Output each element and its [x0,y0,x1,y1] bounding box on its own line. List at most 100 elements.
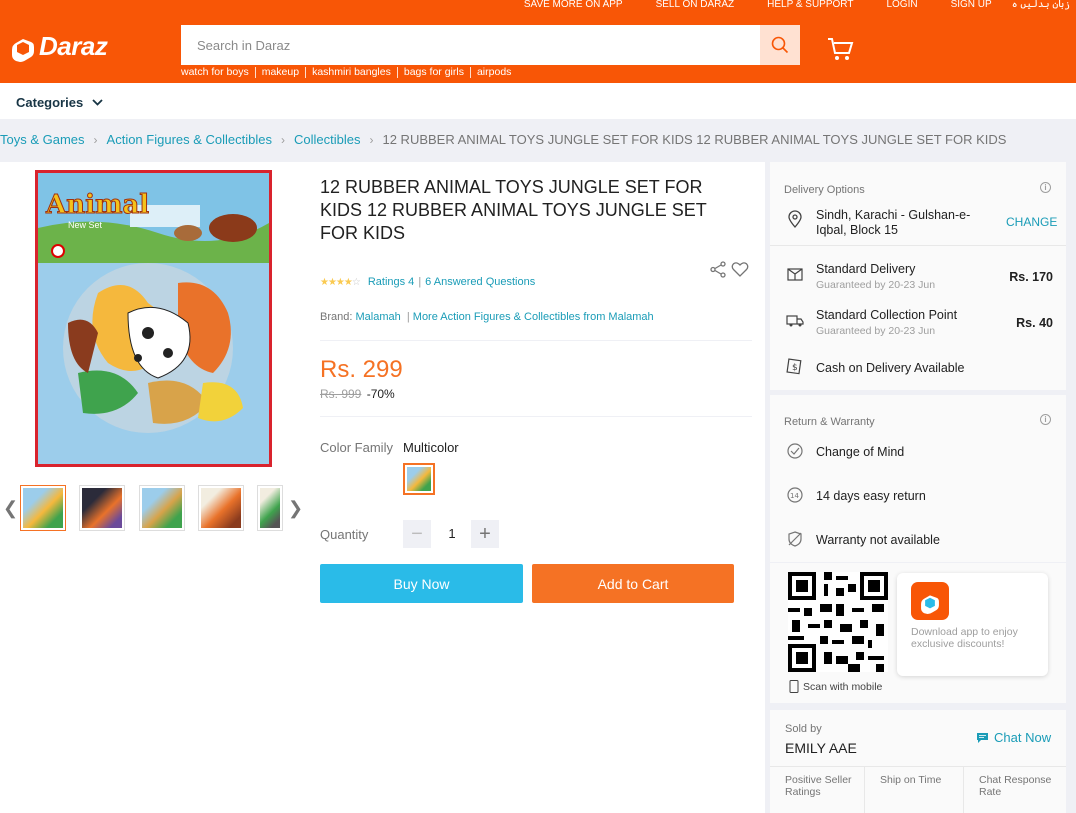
original-price: Rs. 999 [320,387,362,401]
more-from-brand-link[interactable]: More Action Figures & Collectibles from … [413,311,654,323]
quantity-increase-button[interactable]: + [471,520,499,548]
sold-by-label: Sold by [785,723,822,735]
section-divider [320,416,752,417]
categories-label: Categories [16,95,84,110]
seller-metric: Ship on Time [864,766,964,813]
original-price-row: Rs. 999 -70% [320,387,395,401]
brand-row: Brand: Malamah | More Action Figures & C… [320,311,654,323]
breadcrumb-link[interactable]: Toys & Games [0,132,85,147]
heart-icon[interactable] [731,261,749,278]
delivery-option-name: Standard Delivery [816,262,916,276]
location-pin-icon [788,210,802,228]
chevron-left-icon[interactable]: ❮ [3,498,18,519]
warranty-item: Change of Mind [816,445,905,459]
warranty-item: Warranty not available [816,533,940,547]
divider: | [403,311,410,323]
help-support-link[interactable]: HELP & SUPPORT [767,0,853,12]
app-download-card[interactable]: Download app to enjoy exclusive discount… [897,573,1048,676]
search-input[interactable] [181,25,760,65]
search-button[interactable] [760,25,800,65]
change-of-mind-icon [787,443,803,459]
cart-button[interactable] [826,36,854,67]
change-address-link[interactable]: CHANGE [1006,215,1057,229]
signup-link[interactable]: SIGN UP [951,0,992,12]
quantity-label: Quantity [320,527,369,542]
thumbnail-strip: ❮ ❯ [0,478,310,538]
seller-name[interactable]: EMILY AAE [785,740,857,756]
seller-metric: Positive Seller Ratings [770,766,870,813]
scan-text: Scan with mobile [803,680,883,693]
delivery-option-eta: Guaranteed by 20-23 Jun [816,325,936,337]
qr-code[interactable] [788,572,888,672]
quantity-decrease-button[interactable]: − [403,520,431,548]
suggestion-link[interactable]: watch for boys [181,67,255,78]
product-image[interactable]: Animal New Set [35,170,272,467]
info-icon[interactable]: i [1040,182,1051,193]
no-warranty-icon [788,531,802,547]
thumbnail[interactable] [198,485,244,531]
info-icon[interactable]: i [1040,414,1051,425]
scan-with-mobile: Scan with mobile [789,680,882,693]
section-divider [770,245,1066,246]
thumbnail[interactable] [20,485,66,531]
login-link[interactable]: LOGIN [886,0,917,12]
divider: | [418,276,422,288]
chat-now-label: Chat Now [994,730,1052,745]
delivery-option-name: Standard Collection Point [816,308,958,322]
share-actions [710,261,749,278]
buy-now-button[interactable]: Buy Now [320,564,523,603]
save-more-on-app-link[interactable]: SAVE MORE ON APP [524,0,623,12]
truck-icon [786,315,804,327]
svg-text:$: $ [792,363,798,373]
categories-dropdown[interactable]: Categories [16,95,103,110]
color-value: Multicolor [403,440,459,455]
brand-label: Brand: [320,311,353,323]
suggestion-link[interactable]: bags for girls [396,67,470,78]
logo-wordmark: Daraz [39,30,108,61]
chat-now-button[interactable]: Chat Now [976,730,1051,745]
breadcrumb: Toys & Games › Action Figures & Collecti… [0,132,1006,147]
thumbnail[interactable] [139,485,185,531]
add-to-cart-button[interactable]: Add to Cart [532,564,734,603]
search-suggestions: watch for boys makeup kashmiri bangles b… [181,67,517,78]
star-rating-icon: ★★★★☆ [320,276,361,288]
suggestion-link[interactable]: airpods [469,67,517,78]
svg-text:14: 14 [790,492,799,500]
category-bar: Categories [0,83,1076,119]
brand-link[interactable]: Malamah [355,311,400,323]
suggestion-link[interactable]: makeup [254,67,305,78]
seller-metric: Chat Response Rate [963,766,1066,813]
product-image-art: Animal New Set [38,173,269,464]
thumbnail[interactable] [79,485,125,531]
chevron-right-icon[interactable]: ❯ [288,498,303,519]
suggestion-link[interactable]: kashmiri bangles [305,67,397,78]
chevron-down-icon [92,99,103,106]
breadcrumb-current: 12 RUBBER ANIMAL TOYS JUNGLE SET FOR KID… [382,132,1007,147]
thumbnail[interactable] [257,485,283,531]
language-switch-link[interactable]: زبان بدلیں ہ [1012,0,1070,12]
breadcrumb-link[interactable]: Action Figures & Collectibles [107,132,272,147]
app-promo-text: Download app to enjoy exclusive discount… [911,626,1018,650]
delivery-option-price: Rs. 40 [1016,316,1053,330]
daraz-app-icon [911,582,949,620]
quantity-value[interactable]: 1 [432,520,472,548]
delivery-option-price: Rs. 170 [1009,270,1053,284]
breadcrumb-link[interactable]: Collectibles [294,132,360,147]
mobile-phone-icon [789,680,799,693]
sell-on-daraz-link[interactable]: SELL ON DARAZ [656,0,735,12]
pack-subtitle: New Set [68,220,103,230]
daraz-logo[interactable]: Daraz [12,30,108,62]
delivery-options-title: Delivery Options [784,184,865,196]
cash-icon: $ [786,358,802,375]
color-family-label: Color Family [320,440,393,455]
questions-link[interactable]: 6 Answered Questions [425,276,535,288]
ratings-link[interactable]: Ratings 4 [368,276,414,288]
color-swatch[interactable] [403,463,435,495]
site-header: SAVE MORE ON APP SELL ON DARAZ HELP & SU… [0,0,1076,83]
search-bar [181,25,800,65]
chevron-right-icon: › [93,132,98,147]
daraz-logo-icon [12,30,34,62]
share-icon[interactable] [710,261,727,278]
section-divider [320,340,752,341]
current-price: Rs. 299 [320,356,403,383]
